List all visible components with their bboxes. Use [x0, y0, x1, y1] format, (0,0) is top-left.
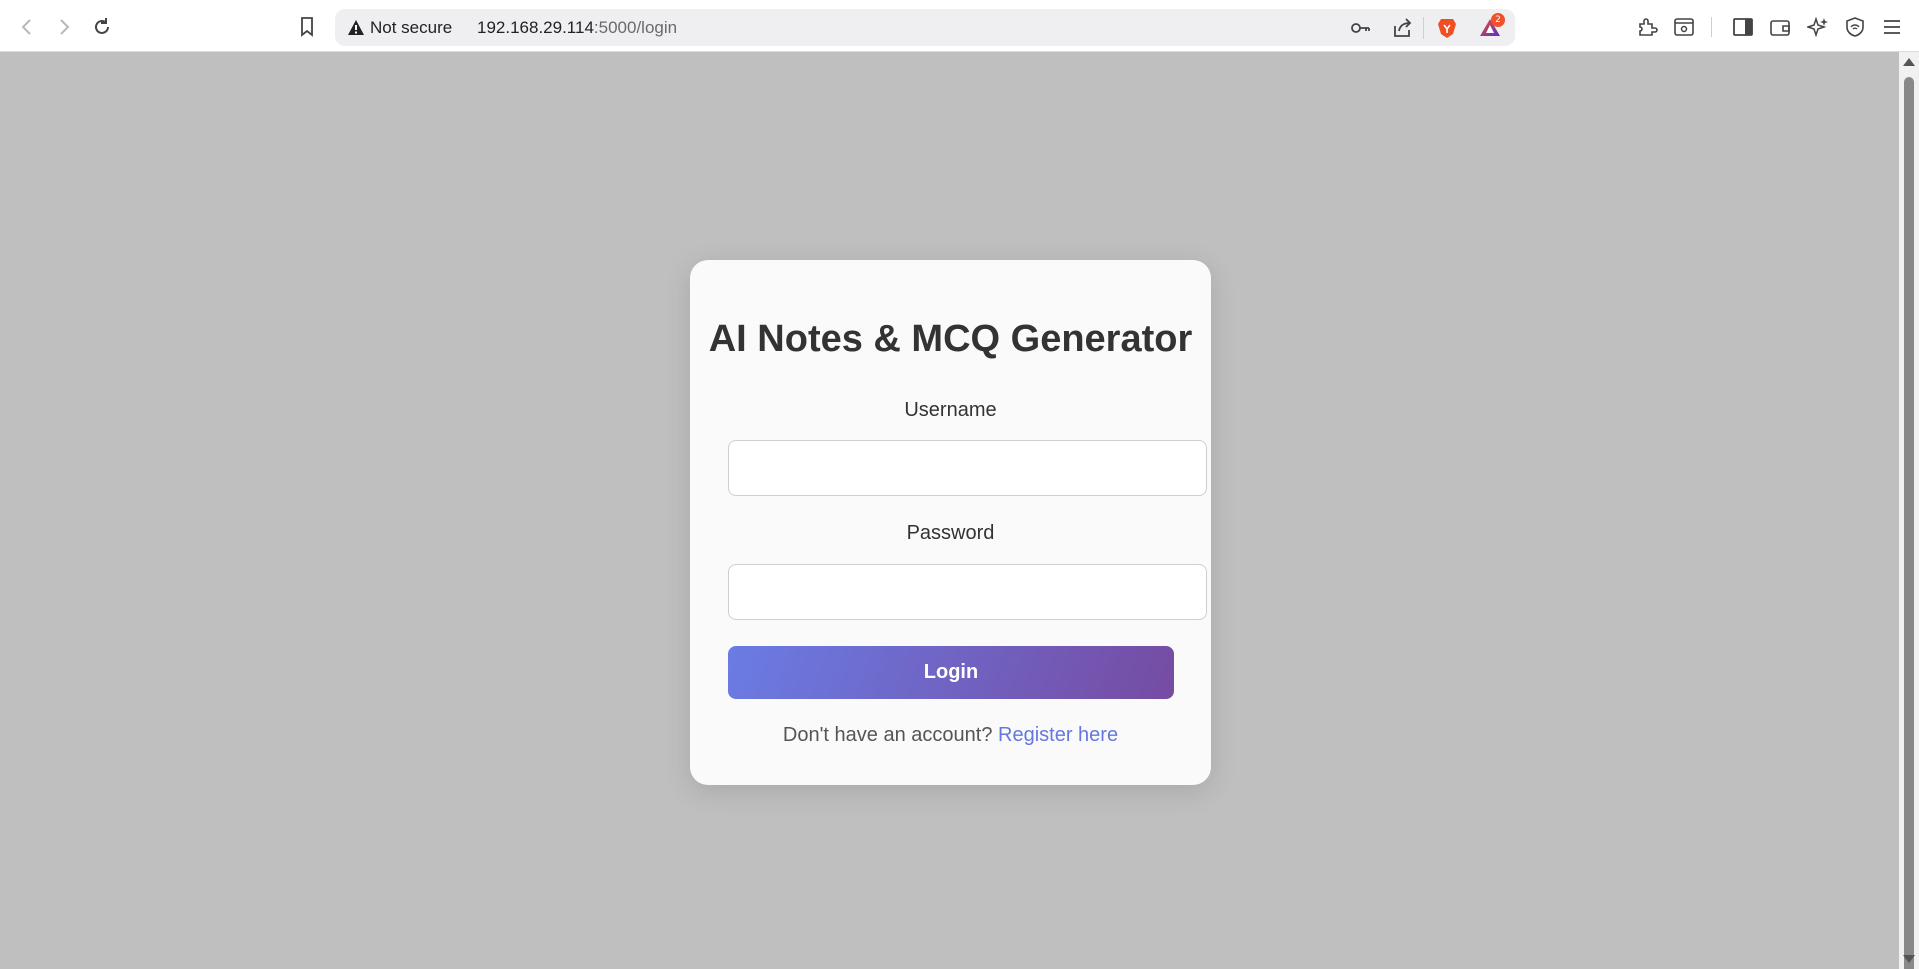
- sidebar-icon[interactable]: [1728, 12, 1758, 42]
- scroll-up-arrow[interactable]: [1903, 58, 1915, 66]
- login-card: AI Notes & MCQ Generator Username Passwo…: [690, 260, 1211, 785]
- url-text[interactable]: 192.168.29.114:5000/login: [477, 18, 677, 38]
- url-path: :5000/login: [593, 18, 678, 37]
- omnibox-divider: [1423, 17, 1424, 39]
- address-bar[interactable]: Not secure 192.168.29.114:5000/login: [335, 9, 1515, 46]
- extensions-icon[interactable]: [1632, 12, 1662, 42]
- share-icon[interactable]: [1390, 16, 1414, 40]
- security-status[interactable]: Not secure: [370, 18, 452, 38]
- reload-icon[interactable]: [87, 12, 117, 42]
- username-input[interactable]: [728, 440, 1207, 496]
- username-label: Username: [904, 399, 997, 421]
- rewards-badge: 2: [1491, 13, 1505, 27]
- password-input[interactable]: [728, 564, 1207, 620]
- register-prompt: Don't have an account? Register here: [690, 724, 1211, 747]
- password-label: Password: [906, 522, 995, 544]
- page-scrollbar[interactable]: [1899, 52, 1919, 969]
- menu-icon[interactable]: [1877, 12, 1907, 42]
- url-host: 192.168.29.114: [477, 18, 594, 37]
- vpn-icon[interactable]: [1840, 12, 1870, 42]
- scroll-down-arrow[interactable]: [1903, 955, 1915, 963]
- forward-icon[interactable]: [49, 12, 79, 42]
- back-icon[interactable]: [12, 12, 42, 42]
- key-icon[interactable]: [1348, 16, 1372, 40]
- brave-shield-icon[interactable]: [1435, 16, 1459, 40]
- login-button[interactable]: Login: [728, 646, 1174, 699]
- reader-mode-icon[interactable]: [1669, 12, 1699, 42]
- toolbar-divider: [1711, 17, 1712, 37]
- register-prompt-text: Don't have an account?: [782, 724, 993, 746]
- page-title: AI Notes & MCQ Generator: [708, 318, 1193, 360]
- wallet-icon[interactable]: [1765, 12, 1795, 42]
- leo-ai-icon[interactable]: [1803, 12, 1833, 42]
- bookmark-icon[interactable]: [292, 12, 322, 42]
- register-link[interactable]: Register here: [998, 724, 1118, 746]
- scroll-thumb[interactable]: [1904, 77, 1914, 969]
- warning-icon: [347, 19, 365, 37]
- browser-toolbar: Not secure 192.168.29.114:5000/login 2: [0, 0, 1919, 52]
